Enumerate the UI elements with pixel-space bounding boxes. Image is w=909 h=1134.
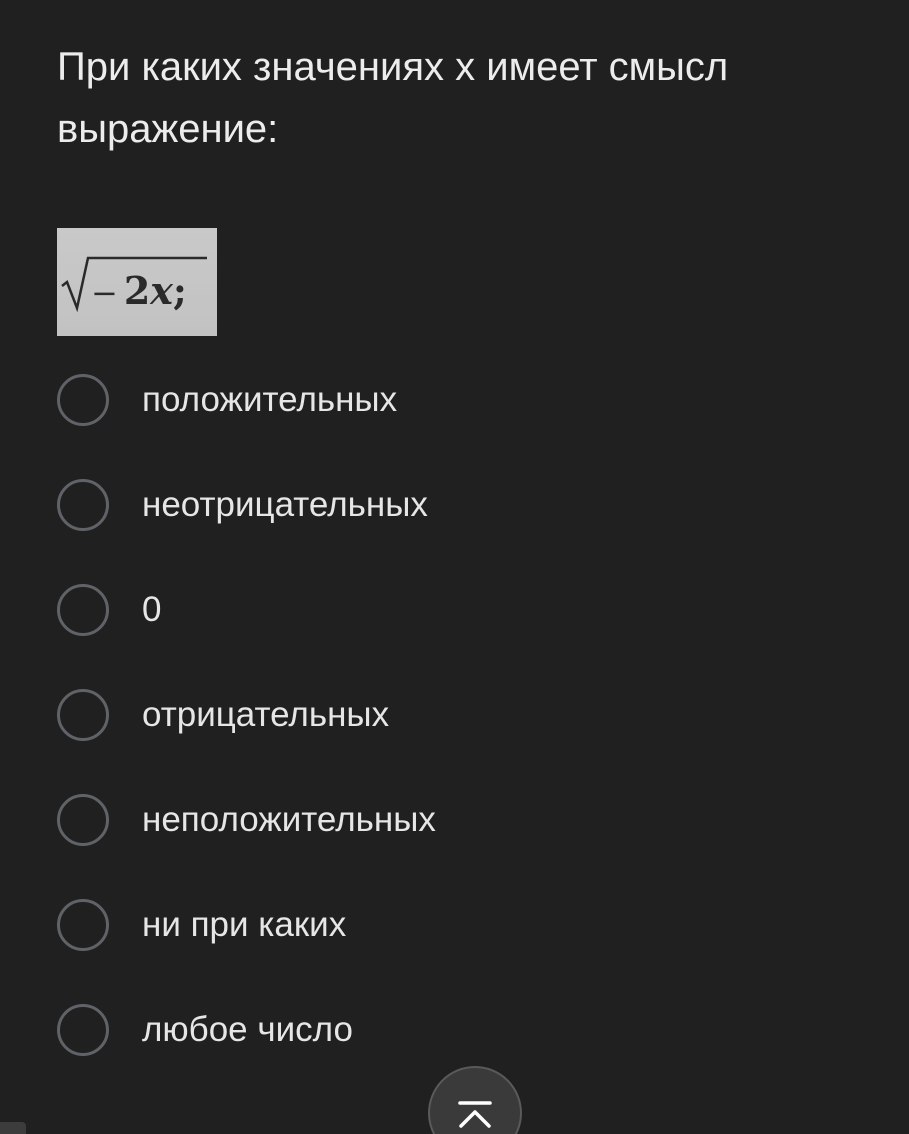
radio-button[interactable]	[57, 584, 109, 636]
radio-button[interactable]	[57, 794, 109, 846]
option-item[interactable]: ни при каких	[57, 899, 877, 1004]
option-item[interactable]: положительных	[57, 374, 877, 479]
sqrt-expression-graphic: −2x;	[61, 256, 207, 313]
corner-handle	[0, 1122, 26, 1134]
chevron-up-bar-icon	[458, 1101, 492, 1128]
question-title: При каких значениях х имеет смысл выраже…	[57, 45, 729, 151]
answer-options: положительных неотрицательных 0 отрицате…	[57, 374, 877, 1109]
radio-button[interactable]	[57, 1004, 109, 1056]
option-label[interactable]: 0	[142, 588, 161, 632]
option-label[interactable]: любое число	[142, 1008, 353, 1052]
radio-button[interactable]	[57, 689, 109, 741]
option-item[interactable]: отрицательных	[57, 689, 877, 794]
option-label[interactable]: положительных	[142, 378, 397, 422]
option-label[interactable]: ни при каких	[142, 903, 346, 947]
radio-button[interactable]	[57, 374, 109, 426]
form-page: При каких значениях х имеет смысл выраже…	[0, 0, 909, 1134]
option-item[interactable]: 0	[57, 584, 877, 689]
option-label[interactable]: отрицательных	[142, 693, 389, 737]
radio-button[interactable]	[57, 479, 109, 531]
option-label[interactable]: неположительных	[142, 798, 436, 842]
option-item[interactable]: неотрицательных	[57, 479, 877, 584]
option-label[interactable]: неотрицательных	[142, 483, 428, 527]
option-item[interactable]: неположительных	[57, 794, 877, 899]
formula-image: −2x;	[57, 228, 217, 336]
formula-text: −2x;	[91, 268, 187, 313]
radio-button[interactable]	[57, 899, 109, 951]
